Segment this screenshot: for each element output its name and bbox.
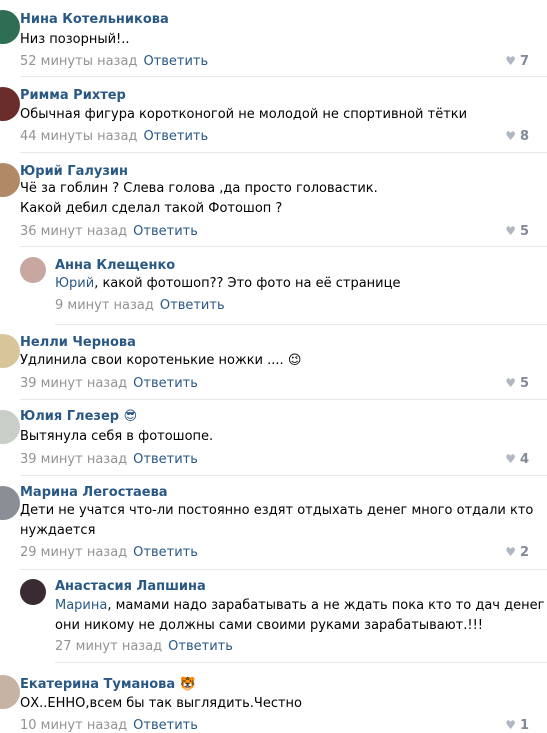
divider [20, 569, 547, 570]
comment-meta: 29 минут назад Ответить [20, 545, 198, 560]
comment-text: Юрий, какой фотошоп?? Это фото на её стр… [55, 276, 401, 291]
comment-time[interactable]: 52 минуты назад [20, 54, 137, 69]
like-count: 7 [519, 54, 529, 69]
like-count: 8 [519, 129, 529, 144]
author-name[interactable]: Нелли Чернова [20, 335, 136, 350]
like-button[interactable]: ♥ 7 [505, 54, 529, 69]
sunglasses-emoji-icon: 😎 [123, 409, 138, 424]
like-count: 5 [519, 224, 529, 239]
like-button[interactable]: ♥ 5 [505, 224, 529, 239]
comment-text: Обычная фигура коротконогой не молодой н… [20, 107, 468, 122]
comment-text: ОХ..ЕННО,всем бы так выглядить.Честно [20, 696, 302, 711]
reply-link[interactable]: Ответить [160, 298, 225, 313]
comment-text: Какой дебил сделал такой Фотошоп ? [20, 201, 283, 216]
reply-link[interactable]: Ответить [133, 545, 198, 560]
divider [20, 399, 547, 400]
mention-link[interactable]: Марина [55, 598, 107, 613]
like-button[interactable]: ♥ 2 [505, 545, 529, 560]
comment-meta: 9 минут назад Ответить [55, 298, 225, 313]
comment-meta: 44 минуты назад Ответить [20, 129, 208, 144]
heart-icon: ♥ [505, 718, 516, 732]
like-count: 4 [519, 452, 529, 467]
author-name[interactable]: Екатерина Туманова 🐯 [20, 677, 196, 692]
comment-meta: 39 минут назад Ответить [20, 376, 198, 391]
comment-text: Чё за гоблин ? Слева голова ,да просто г… [20, 181, 378, 196]
like-button[interactable]: ♥ 5 [505, 376, 529, 391]
comment-meta: 52 минуты назад Ответить [20, 54, 208, 69]
reply-link[interactable]: Ответить [168, 639, 233, 654]
avatar[interactable] [0, 87, 20, 121]
comment-text: Удлинила свои коротенькие ножки .... 😉 [20, 351, 301, 371]
comment-text: Марина, мамами надо зарабатывать а не жд… [55, 598, 545, 613]
comment-time[interactable]: 27 минут назад [55, 639, 162, 654]
heart-icon: ♥ [505, 129, 516, 143]
like-button[interactable]: ♥ 1 [505, 718, 529, 733]
heart-icon: ♥ [505, 376, 516, 390]
author-name[interactable]: Римма Рихтер [20, 88, 126, 103]
author-name[interactable]: Нина Котельникова [20, 12, 169, 27]
like-button[interactable]: ♥ 4 [505, 452, 529, 467]
heart-icon: ♥ [505, 224, 516, 238]
comment-meta: 36 минут назад Ответить [20, 224, 198, 239]
comment-time[interactable]: 39 минут назад [20, 452, 127, 467]
heart-icon: ♥ [505, 545, 516, 559]
avatar[interactable] [0, 486, 20, 520]
divider [20, 246, 547, 247]
comment-time[interactable]: 39 минут назад [20, 376, 127, 391]
tiger-emoji-icon: 🐯 [179, 677, 196, 692]
reply-link[interactable]: Ответить [143, 129, 208, 144]
divider [20, 475, 547, 476]
like-button[interactable]: ♥ 8 [505, 129, 529, 144]
avatar[interactable] [20, 257, 46, 283]
reply-link[interactable]: Ответить [133, 224, 198, 239]
avatar[interactable] [20, 579, 46, 605]
like-count: 5 [519, 376, 529, 391]
author-name[interactable]: Анастасия Лапшина [55, 579, 206, 594]
divider [55, 662, 547, 663]
like-count: 1 [519, 718, 529, 733]
comment-text: Дети не учатся что-ли постоянно ездят от… [20, 503, 534, 518]
divider [55, 324, 547, 325]
comment-time[interactable]: 9 минут назад [55, 298, 154, 313]
comment-text: они никому не должны сами своими руками … [55, 618, 483, 633]
mention-link[interactable]: Юрий [55, 276, 94, 291]
comment-time[interactable]: 10 минут назад [20, 718, 127, 733]
reply-link[interactable]: Ответить [133, 452, 198, 467]
comment-meta: 10 минут назад Ответить [20, 718, 198, 733]
comment-time[interactable]: 44 минуты назад [20, 129, 137, 144]
like-count: 2 [519, 545, 529, 560]
divider [20, 76, 547, 77]
author-name[interactable]: Юлия Глезер 😎 [20, 409, 137, 424]
author-name[interactable]: Марина Легостаева [20, 485, 168, 500]
comment-time[interactable]: 29 минут назад [20, 545, 127, 560]
heart-icon: ♥ [505, 54, 516, 68]
comment-meta: 39 минут назад Ответить [20, 452, 198, 467]
comment-time[interactable]: 36 минут назад [20, 224, 127, 239]
avatar[interactable] [0, 10, 20, 44]
reply-link[interactable]: Ответить [133, 718, 198, 733]
wink-emoji-icon: 😉 [287, 353, 302, 368]
author-name[interactable]: Анна Клещенко [55, 258, 175, 273]
heart-icon: ♥ [505, 452, 516, 466]
comment-text: нуждается [20, 523, 96, 538]
avatar[interactable] [0, 675, 20, 709]
comment-text: Низ позорный!.. [20, 32, 130, 47]
author-name[interactable]: Юрий Галузин [20, 164, 128, 179]
reply-link[interactable]: Ответить [133, 376, 198, 391]
avatar[interactable] [0, 163, 20, 197]
avatar[interactable] [0, 410, 20, 444]
avatar[interactable] [0, 334, 20, 368]
comment-meta: 27 минут назад Ответить [55, 639, 233, 654]
reply-link[interactable]: Ответить [143, 54, 208, 69]
divider [20, 152, 547, 153]
comment-text: Вытянула себя в фотошопе. [20, 429, 214, 444]
